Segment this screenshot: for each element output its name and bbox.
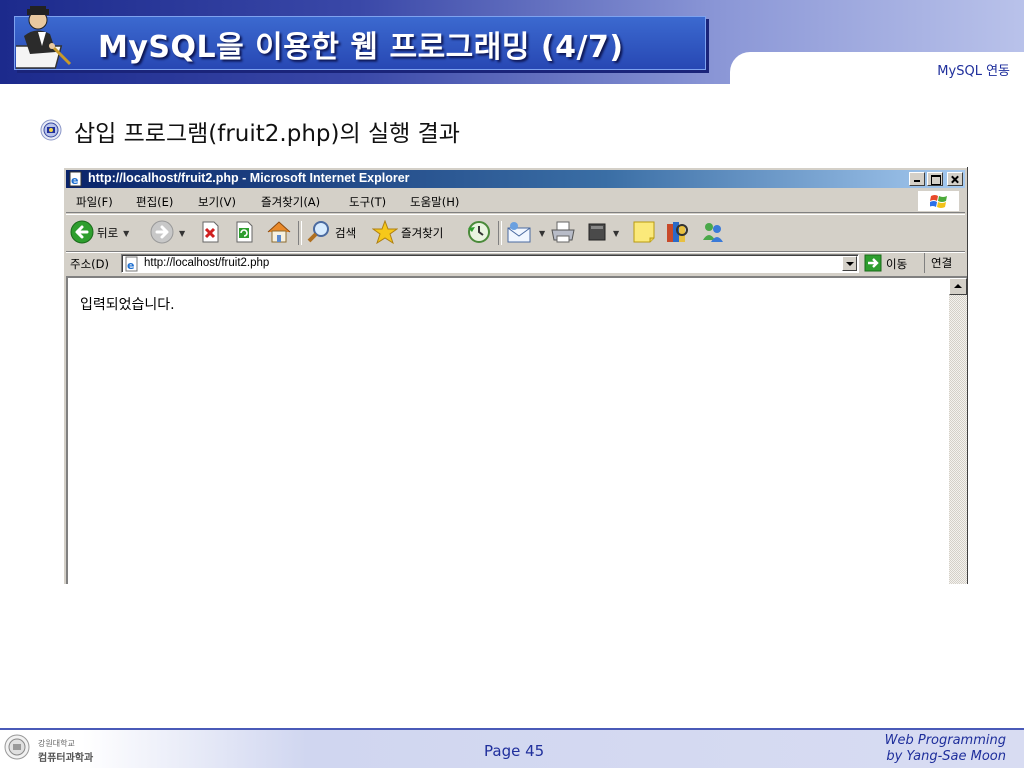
links-button[interactable]: 연결 [924, 253, 952, 273]
refresh-button[interactable] [234, 220, 254, 246]
history-icon [466, 220, 492, 247]
menu-view[interactable]: 보기(V) [198, 194, 236, 210]
research-button[interactable] [664, 220, 690, 246]
links-label: 연결 [931, 256, 953, 270]
page-content-text: 입력되었습니다. [80, 297, 175, 313]
bullet-text: 삽입 프로그램(fruit2.php)의 실행 결과 [74, 121, 460, 147]
search-label: 검색 [335, 226, 357, 240]
menu-tools[interactable]: 도구(T) [349, 194, 386, 210]
print-button[interactable] [550, 220, 576, 246]
university-seal-icon [4, 734, 30, 760]
refresh-icon [234, 221, 254, 246]
search-button[interactable]: 검색 [306, 220, 356, 246]
menu-edit[interactable]: 편집(E) [136, 194, 173, 210]
address-input[interactable]: e http://localhost/fruit2.php [121, 254, 859, 273]
home-icon [266, 220, 292, 247]
research-icon [664, 220, 690, 247]
footer-university: 강원대학교 [38, 739, 75, 748]
messenger-button[interactable] [700, 220, 726, 246]
discuss-button[interactable] [632, 220, 656, 246]
writer-figure-logo [2, 4, 80, 76]
edit-button[interactable]: ▼ [586, 220, 619, 246]
footer-department: 컴퓨터과학과 [38, 753, 94, 764]
back-dropdown-icon[interactable]: ▼ [123, 229, 129, 238]
go-label: 이동 [886, 257, 908, 271]
stop-icon [200, 221, 220, 246]
page-number: Page 45 [484, 742, 545, 760]
page-content-area[interactable]: 입력되었습니다. [66, 276, 967, 584]
stop-button[interactable] [200, 220, 220, 246]
go-button[interactable]: 이동 [864, 254, 907, 274]
window-caption-buttons [909, 172, 963, 186]
forward-button[interactable]: ▼ [150, 220, 185, 246]
address-dropdown-button[interactable] [842, 256, 857, 271]
mail-icon [506, 220, 534, 247]
course-title: Web Programming [884, 733, 1006, 748]
slide-title: MySQL을 이용한 웹 프로그래밍 (4/7) [98, 30, 624, 65]
browser-window: e http://localhost/fruit2.php - Microsof… [63, 167, 967, 584]
browser-titlebar[interactable]: e http://localhost/fruit2.php - Microsof… [66, 170, 965, 188]
address-value: http://localhost/fruit2.php [144, 257, 270, 269]
close-button[interactable] [947, 172, 963, 186]
forward-dropdown-icon[interactable]: ▼ [179, 229, 185, 238]
ie-page-icon: e [68, 171, 84, 187]
standard-toolbar: 뒤로 ▼ ▼ 검색 즐겨찾기 ▼ ▼ [66, 214, 965, 252]
toolbar-separator [298, 221, 302, 245]
vertical-scrollbar[interactable] [949, 278, 967, 584]
minimize-button[interactable] [909, 172, 925, 186]
scroll-up-button[interactable] [949, 278, 967, 295]
favorites-star-icon [371, 219, 399, 247]
menu-favorites[interactable]: 즐겨찾기(A) [261, 194, 320, 210]
mail-button[interactable]: ▼ [506, 220, 545, 246]
svg-text:e: e [127, 259, 134, 272]
favorites-label: 즐겨찾기 [401, 226, 444, 240]
section-tab-label: MySQL 연동 [937, 64, 1010, 79]
toolbar-separator [498, 221, 502, 245]
course-author: by Yang-Sae Moon [886, 749, 1006, 764]
windows-flag-icon [918, 191, 959, 211]
bullet-emblem-icon [40, 119, 62, 141]
back-label: 뒤로 [97, 226, 119, 240]
menu-help[interactable]: 도움말(H) [410, 194, 459, 210]
messenger-icon [700, 220, 726, 247]
course-info: Web Programming by Yang-Sae Moon [885, 733, 1006, 765]
print-icon [550, 220, 576, 247]
home-button[interactable] [266, 220, 292, 246]
edit-icon [586, 221, 608, 246]
ie-page-icon: e [124, 256, 140, 272]
favorites-button[interactable]: 즐겨찾기 [371, 219, 444, 247]
forward-arrow-icon [150, 220, 174, 247]
browser-window-title: http://localhost/fruit2.php - Microsoft … [88, 171, 410, 185]
maximize-button[interactable] [927, 172, 943, 186]
svg-text:e: e [71, 174, 78, 187]
go-arrow-icon [864, 254, 882, 275]
back-button[interactable]: 뒤로 ▼ [70, 220, 129, 246]
mail-dropdown-icon[interactable]: ▼ [539, 229, 545, 238]
menu-bar: 파일(F) 편집(E) 보기(V) 즐겨찾기(A) 도구(T) 도움말(H) [66, 190, 965, 213]
history-button[interactable] [466, 220, 492, 246]
edit-dropdown-icon[interactable]: ▼ [613, 229, 619, 238]
search-icon [306, 220, 332, 247]
back-arrow-icon [70, 220, 94, 247]
menu-file[interactable]: 파일(F) [76, 194, 113, 210]
discuss-icon [632, 220, 656, 247]
address-label: 주소(D) [70, 257, 109, 271]
address-bar: 주소(D) e http://localhost/fruit2.php 이동 연… [66, 252, 965, 275]
